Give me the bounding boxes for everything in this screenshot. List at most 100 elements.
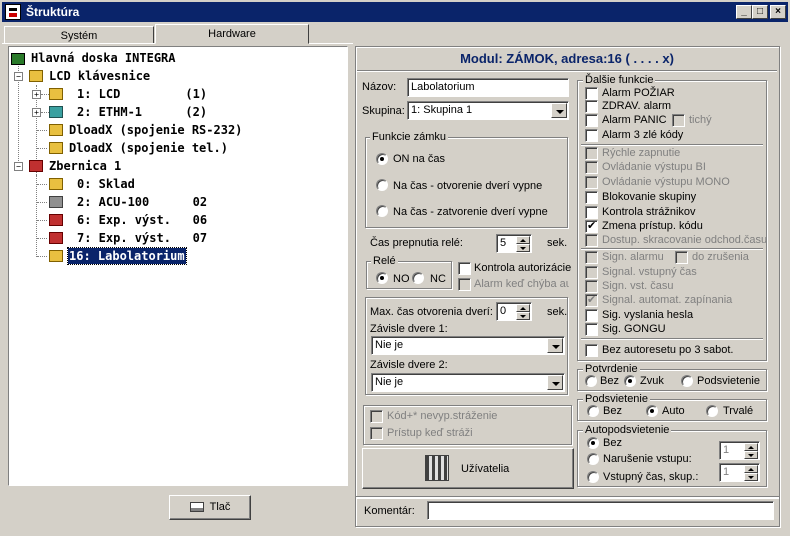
password-send-signal-label: Sig. vyslania hesla (602, 309, 694, 321)
keypad-icon (29, 70, 43, 82)
radio-confirm-none-label: Bez (600, 375, 619, 387)
entry-time-input[interactable]: 1 (719, 463, 760, 482)
tree-item-mainboard[interactable]: Hlavná doska INTEGRA (31, 50, 176, 66)
zone-violation-input[interactable]: 1 (719, 441, 760, 460)
print-button[interactable]: Tlač (169, 495, 251, 520)
radio-entry-time[interactable] (587, 471, 599, 483)
tree-item-exp7[interactable]: 7: Exp. výst. 07 (77, 230, 207, 246)
chime-signal-checkbox[interactable] (585, 323, 598, 336)
close-button[interactable]: × (770, 5, 786, 19)
tree-item-exp6[interactable]: 6: Exp. výst. 06 (77, 212, 207, 228)
entry-time-signal-checkbox[interactable] (585, 266, 598, 279)
tree-item-labolatorium[interactable]: 16: Labolatorium (67, 247, 187, 265)
dependent-door2-value: Nie je (375, 376, 404, 388)
radio-confirm-backlight[interactable] (681, 375, 693, 387)
panic-alarm-checkbox[interactable] (585, 114, 598, 127)
radio-backlight-none[interactable] (587, 405, 599, 417)
additional-functions-title: Ďalšie funkcie (583, 74, 656, 86)
guard-control-checkbox[interactable] (585, 206, 598, 219)
tree-item-dload-rs232[interactable]: DloadX (spojenie RS-232) (69, 122, 242, 138)
radio-confirm-sound[interactable] (624, 375, 636, 387)
dependent-door1-value: Nie je (375, 339, 404, 351)
quick-arm-checkbox[interactable] (585, 147, 598, 160)
module-header: Modul: ZÁMOK, adresa:16 ( . . . . x) (460, 51, 674, 66)
expand-icon[interactable]: + (32, 108, 41, 117)
medical-alarm-checkbox[interactable] (585, 100, 598, 113)
expand-icon[interactable]: + (32, 90, 41, 99)
chevron-down-icon[interactable] (547, 338, 563, 353)
lock-module-icon (49, 250, 63, 262)
dependent-door2-select[interactable]: Nie je (371, 373, 565, 392)
collapse-icon[interactable]: − (14, 72, 23, 81)
radio-auto-backlight-none-label: Bez (603, 437, 622, 449)
radio-relay-nc[interactable] (412, 272, 424, 284)
max-open-time-label: Max. čas otvorenia dverí: (370, 306, 493, 318)
tree-item-dload-tel[interactable]: DloadX (spojenie tel.) (69, 140, 228, 156)
alarm-missing-auth-checkbox[interactable] (458, 278, 471, 291)
relay-time-input[interactable]: 5 (496, 234, 532, 253)
minimize-button[interactable]: _ (736, 5, 752, 19)
comment-input[interactable] (427, 501, 774, 520)
radio-zone-violation-label: Narušenie vstupu: (603, 453, 692, 465)
access-armed-checkbox[interactable] (370, 427, 383, 440)
exit-time-shorten-checkbox[interactable] (585, 234, 598, 247)
radio-zone-violation[interactable] (587, 453, 599, 465)
tree-item-lcd1[interactable]: 1: LCD (1) (77, 86, 207, 102)
tree-item-zbernica[interactable]: Zbernica 1 (49, 158, 121, 174)
zone-violation-value: 1 (723, 444, 730, 456)
alarm-signal-checkbox[interactable] (585, 251, 598, 264)
radio-time-close-off[interactable] (376, 205, 388, 217)
three-bad-codes-checkbox[interactable] (585, 129, 598, 142)
radio-backlight-auto[interactable] (646, 405, 658, 417)
name-input[interactable]: Labolatorium (407, 78, 569, 97)
tree-item-sklad[interactable]: 0: Sklad (77, 176, 135, 192)
auto-arm-signal-checkbox[interactable] (585, 293, 598, 307)
output-bi-label: Ovládanie výstupu BI (602, 161, 706, 173)
title-bar: Štruktúra _ □ × (2, 2, 788, 22)
chevron-down-icon[interactable] (547, 375, 563, 390)
hardware-tree[interactable]: Hlavná doska INTEGRA − LCD klávesnice + … (9, 47, 347, 485)
dependent-door1-select[interactable]: Nie je (371, 336, 565, 355)
tab-system[interactable]: Systém (4, 26, 154, 44)
output-bi-checkbox[interactable] (585, 161, 598, 174)
tree-item-lcd-keypads[interactable]: LCD klávesnice (49, 68, 150, 84)
tree-item-acu[interactable]: 2: ACU-100 02 (77, 194, 207, 210)
entry-time-sign-label: Sign. vst. času (602, 280, 674, 292)
password-send-signal-checkbox[interactable] (585, 309, 598, 322)
no-autoreset-checkbox[interactable] (585, 344, 598, 357)
relay-time-value: 5 (500, 237, 507, 249)
app-icon (5, 4, 21, 20)
radio-on-for-time[interactable] (376, 153, 388, 165)
fire-alarm-checkbox[interactable] (585, 87, 598, 100)
radio-backlight-auto-label: Auto (662, 405, 685, 417)
chevron-down-icon[interactable] (551, 103, 567, 118)
radio-confirm-none[interactable] (585, 375, 597, 387)
mainboard-icon (11, 53, 25, 65)
radio-backlight-permanent[interactable] (706, 405, 718, 417)
group-select[interactable]: 1: Skupina 1 (407, 101, 569, 120)
radio-relay-no[interactable] (376, 272, 388, 284)
alarm-signal-label: Sign. alarmu (602, 251, 664, 263)
change-code-checkbox[interactable] (585, 219, 598, 233)
radio-auto-backlight-none[interactable] (587, 437, 599, 449)
collapse-icon[interactable]: − (14, 162, 23, 171)
users-button[interactable]: Užívatelia (362, 448, 574, 489)
radio-on-for-time-label: ON na čas (393, 153, 445, 165)
tab-hardware[interactable]: Hardware (155, 24, 309, 44)
window-title: Štruktúra (26, 5, 80, 19)
code-disarm-checkbox[interactable] (370, 410, 383, 423)
maximize-button[interactable]: □ (752, 5, 768, 19)
silent-checkbox[interactable] (672, 114, 685, 127)
block-partition-checkbox[interactable] (585, 191, 598, 204)
keypad-icon (49, 178, 63, 190)
radio-time-open-off[interactable] (376, 179, 388, 191)
auth-control-checkbox[interactable] (458, 262, 471, 275)
until-cancel-checkbox[interactable] (675, 251, 688, 264)
auth-control-label: Kontrola autorizácie (474, 262, 572, 274)
tree-item-ethm[interactable]: 2: ETHM-1 (2) (77, 104, 207, 120)
print-label: Tlač (209, 501, 231, 513)
entry-time-sign-checkbox[interactable] (585, 280, 598, 293)
auto-arm-signal-label: Signal. automat. zapínania (602, 294, 733, 306)
output-mono-checkbox[interactable] (585, 176, 598, 189)
max-open-time-input[interactable]: 0 (496, 302, 532, 321)
